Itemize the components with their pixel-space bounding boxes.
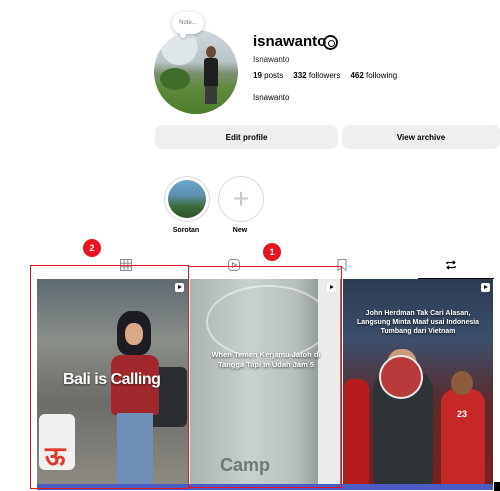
- post-caption: John Herdman Tak Cari Alasan, Langsung M…: [356, 310, 480, 335]
- profile-username: isnawanto: [253, 33, 327, 50]
- profile-bio: Isnawanto: [253, 93, 290, 102]
- annotation-badge-1: 1: [263, 243, 281, 261]
- post-tile-3[interactable]: 23 John Herdman Tak Cari Alasan, Langsun…: [343, 279, 493, 484]
- profile-avatar[interactable]: [154, 30, 238, 114]
- megaphone-graphic: [379, 355, 423, 399]
- profile-full-name: Isnawanto: [253, 55, 290, 64]
- note-bubble-tail: [180, 32, 186, 38]
- repost-icon[interactable]: [445, 259, 457, 271]
- following-count[interactable]: 462 following: [350, 71, 397, 80]
- highlight-sorotan[interactable]: [164, 176, 210, 222]
- gear-icon[interactable]: [323, 35, 338, 50]
- new-highlight-label: New: [232, 227, 248, 234]
- edit-profile-button[interactable]: Edit profile: [155, 125, 338, 149]
- posts-count: 19 posts: [253, 71, 284, 80]
- annotation-box-1: [188, 266, 342, 488]
- annotation-badge-2: 2: [83, 239, 101, 257]
- new-highlight-button[interactable]: +: [218, 176, 264, 222]
- reel-icon: [481, 283, 490, 292]
- profile-stats: 19 posts 332 followers 462 following: [253, 71, 397, 80]
- jersey-number: 23: [457, 409, 468, 419]
- player-graphic: [441, 389, 485, 484]
- followers-count[interactable]: 332 followers: [293, 71, 340, 80]
- scroll-edge-mark: [494, 482, 500, 491]
- highlight-label: Sorotan: [172, 227, 200, 234]
- plus-icon: +: [232, 183, 250, 214]
- player-graphic: [343, 379, 369, 484]
- note-bubble[interactable]: Note...: [172, 12, 204, 34]
- highlight-cover-image: [168, 180, 206, 218]
- view-archive-button[interactable]: View archive: [342, 125, 500, 149]
- annotation-box-2: [30, 265, 189, 489]
